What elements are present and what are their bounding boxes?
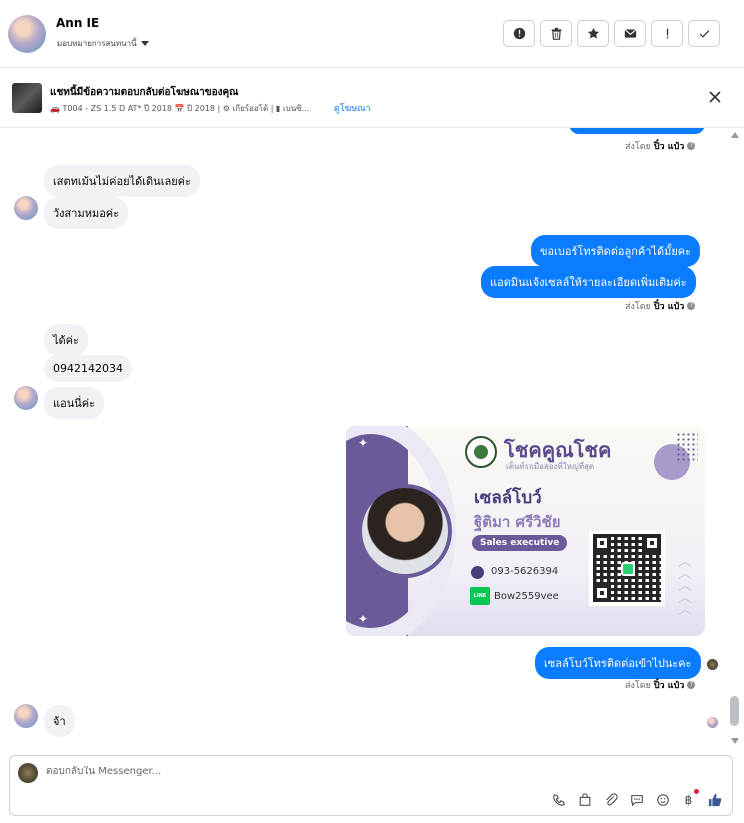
message-bubble-outgoing-partial[interactable]: [569, 128, 705, 134]
message-bubble-incoming[interactable]: จ้า: [44, 705, 75, 737]
composer-toolbar: ฿: [551, 789, 722, 807]
avatar[interactable]: [14, 196, 38, 220]
page-avatar: [18, 763, 38, 783]
call-icon[interactable]: [551, 792, 566, 807]
message-bubble-incoming[interactable]: 0942142034: [44, 355, 132, 382]
saved-reply-icon[interactable]: [629, 792, 644, 807]
card-role-badge: Sales executive: [472, 535, 568, 551]
sparkle-icon: ✦: [358, 436, 369, 450]
user-name[interactable]: Ann IE: [56, 16, 99, 30]
message-bubble-incoming[interactable]: วังสามหมอค่ะ: [44, 197, 129, 229]
notification-dot: [694, 789, 699, 794]
avatar[interactable]: [14, 704, 38, 728]
close-icon[interactable]: [708, 90, 722, 104]
scroll-up-arrow-icon[interactable]: [731, 132, 739, 138]
card-tagline: เต็นท์รถมือสองที่ใหญ่ที่สุด: [506, 462, 595, 471]
caret-down-icon: [140, 41, 149, 46]
info-icon[interactable]: ?: [687, 142, 696, 150]
trash-icon: [551, 27, 561, 40]
sent-by-row: ส่งโดย ปิ๋ว แป๋ว ?: [625, 299, 696, 313]
message-bubble-incoming[interactable]: แอนนี่ค่ะ: [44, 387, 105, 419]
like-icon[interactable]: [707, 792, 722, 807]
shopping-bag-icon[interactable]: [577, 792, 592, 807]
report-button[interactable]: [503, 20, 535, 47]
card-dots-decoration: [676, 432, 698, 462]
sparkle-icon: ✦: [358, 612, 369, 626]
avatar[interactable]: [8, 15, 46, 53]
view-ad-link[interactable]: ดูโฆษณา: [334, 101, 371, 115]
ad-thumbnail[interactable]: [12, 83, 42, 113]
card-line-id: Bow2559vee: [494, 591, 559, 602]
action-toolbar: [503, 20, 720, 47]
message-bubble-outgoing[interactable]: ขอเบอร์โทรติดต่อลูกค้าได้มั้ยคะ: [531, 235, 701, 267]
reply-composer: ฿: [9, 755, 733, 816]
avatar[interactable]: [14, 386, 38, 410]
ad-banner-subtitle: 🚗 T004 - ZS 1.5 D AT* ปี 2018 📅 ปี 2018 …: [50, 104, 310, 113]
seen-avatar: [707, 717, 718, 728]
qr-finder: [593, 534, 611, 552]
emoji-icon[interactable]: [655, 792, 670, 807]
important-button[interactable]: [651, 20, 683, 47]
mark-done-button[interactable]: [688, 20, 720, 47]
mail-icon: [624, 29, 636, 38]
sent-by-row: ส่งโดย ปิ๋ว แป๋ว ?: [625, 139, 696, 153]
message-bubble-incoming[interactable]: ได้ค่ะ: [44, 324, 88, 356]
check-icon: [699, 30, 709, 38]
line-app-icon: LINE: [470, 587, 490, 605]
qr-code: [589, 530, 665, 606]
phone-icon: [471, 566, 484, 579]
message-bubble-outgoing[interactable]: แอดมินแจ้งเซลล์ให้รายละเอียดเพิ่มเติมค่ะ: [481, 266, 696, 298]
brand-logo: [465, 436, 497, 468]
info-icon[interactable]: ?: [687, 302, 696, 310]
mail-button[interactable]: [614, 20, 646, 47]
conversation-header: Ann IE มอบหมายการสนทนานี้: [0, 0, 744, 68]
seen-avatar: [707, 659, 718, 670]
card-phone: 093-5626394: [491, 566, 559, 577]
scrollbar[interactable]: [730, 128, 740, 748]
message-bubble-outgoing[interactable]: เซลล์โบว์โทรติดต่อเข้าไปนะคะ: [535, 647, 701, 679]
assign-label: มอบหมายการสนทนานี้: [57, 39, 137, 48]
scroll-down-arrow-icon[interactable]: [731, 738, 739, 744]
delete-button[interactable]: [540, 20, 572, 47]
line-logo-icon: [621, 562, 635, 576]
sales-photo: [358, 484, 452, 578]
attachment-icon[interactable]: [603, 792, 618, 807]
message-thread: ส่งโดย ปิ๋ว แป๋ว ? เสตทเม้นไม่ค่อยได้เดิ…: [0, 128, 730, 748]
alert-circle-icon: [513, 27, 525, 40]
info-icon[interactable]: ?: [687, 681, 696, 689]
star-button[interactable]: [577, 20, 609, 47]
sent-by-row: ส่งโดย ปิ๋ว แป๋ว ?: [625, 678, 696, 692]
exclamation-icon: [666, 28, 668, 39]
business-card-image[interactable]: ✦ ✦ โชคคูณโชค เต็นท์รถมือสองที่ใหญ่ที่สุ…: [346, 426, 705, 636]
card-nickname: เซลล์โบว์: [474, 488, 542, 508]
qr-pattern: [593, 534, 661, 602]
star-icon: [587, 27, 599, 39]
qr-finder: [593, 584, 611, 602]
card-full-name: ฐิติมา ศรีวิชัย: [474, 513, 561, 531]
ad-reply-banner: แชทนี้มีข้อความตอบกลับต่อโฆษณาของคุณ 🚗 T…: [0, 68, 744, 128]
assign-conversation-dropdown[interactable]: มอบหมายการสนทนานี้: [57, 37, 149, 50]
message-bubble-incoming[interactable]: เสตทเม้นไม่ค่อยได้เดินเลยค่ะ: [44, 165, 200, 197]
scrollbar-thumb[interactable]: [730, 696, 739, 726]
reply-input[interactable]: [46, 766, 546, 777]
chevron-stack-decoration: ︿ ︿ ︿ ︿ ︿: [678, 554, 692, 618]
qr-finder: [643, 534, 661, 552]
baht-payment-icon[interactable]: ฿: [681, 789, 699, 807]
ad-banner-title: แชทนี้มีข้อความตอบกลับต่อโฆษณาของคุณ: [50, 87, 239, 98]
